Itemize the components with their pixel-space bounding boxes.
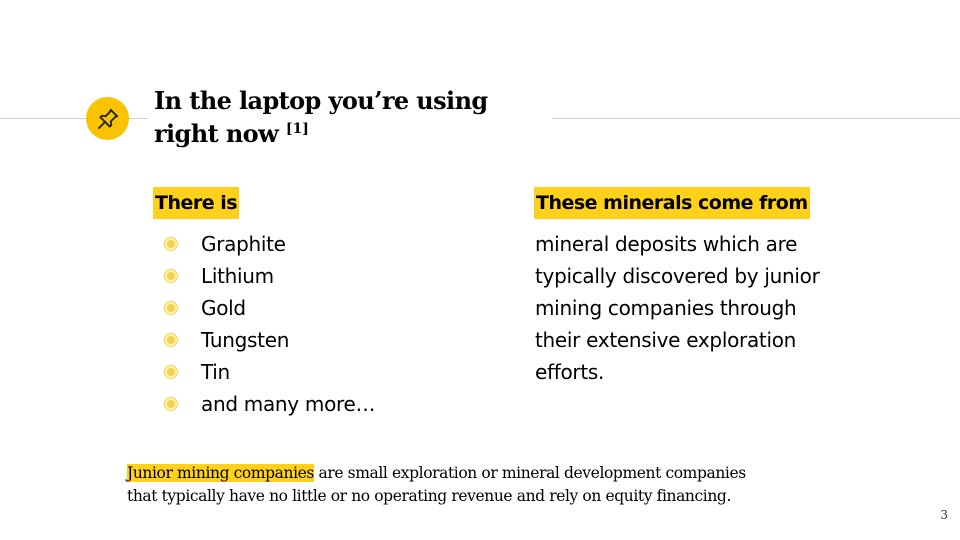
list-item: Graphite [164, 228, 375, 260]
bullet-dot-icon [165, 270, 177, 282]
list-item-text: Tungsten [201, 328, 290, 352]
paragraph-line: typically discovered by junior [535, 264, 820, 288]
minerals-source-paragraph: mineral deposits which are typically dis… [535, 228, 935, 388]
bullet-dot-icon [165, 366, 177, 378]
paragraph-line: efforts. [535, 360, 605, 384]
list-item: Tungsten [164, 324, 375, 356]
right-column-heading: These minerals come from [534, 187, 810, 219]
list-item-text: Gold [201, 296, 246, 320]
footnote-line-1-rest: are small exploration or mineral develop… [313, 464, 747, 482]
bullet-dot-icon [165, 398, 177, 410]
list-item: Tin [164, 356, 375, 388]
left-column-heading: There is [153, 187, 240, 219]
footnote-line-2: that typically have no little or no oper… [127, 487, 731, 505]
slide: In the laptop you’re using right now [1]… [0, 0, 960, 540]
title-divider-right [552, 118, 960, 119]
definition-footnote: Junior mining companies are small explor… [127, 462, 907, 508]
list-item-text: Graphite [201, 232, 286, 256]
footnote-line-1: Junior mining companies are small explor… [127, 462, 907, 485]
pin-badge [86, 97, 129, 140]
bullet-dot-icon [165, 334, 177, 346]
list-item-text: and many more… [201, 392, 376, 416]
list-item: Lithium [164, 260, 375, 292]
slide-title: In the laptop you’re using right now [1] [154, 84, 544, 150]
title-line-2: right now [1] [154, 117, 544, 150]
highlighted-term: Junior mining companies [127, 464, 314, 482]
paragraph-line: mining companies through [535, 296, 797, 320]
paragraph-line: mineral deposits which are [535, 232, 798, 256]
minerals-list: Graphite Lithium Gold Tungsten Tin and m… [164, 228, 376, 420]
list-item-text: Tin [201, 360, 230, 384]
bullet-dot-icon [165, 302, 177, 314]
list-item-text: Lithium [201, 264, 274, 288]
list-item: Gold [164, 292, 375, 324]
paragraph-line: their extensive exploration [535, 328, 797, 352]
title-line-1: In the laptop you’re using [154, 86, 488, 115]
list-item: and many more… [164, 388, 376, 420]
title-line-2-text: right now [154, 119, 279, 148]
citation-link[interactable]: [1] [286, 121, 309, 137]
bullet-dot-icon [165, 238, 177, 250]
page-number: 3 [940, 508, 948, 522]
pushpin-icon [97, 108, 118, 129]
